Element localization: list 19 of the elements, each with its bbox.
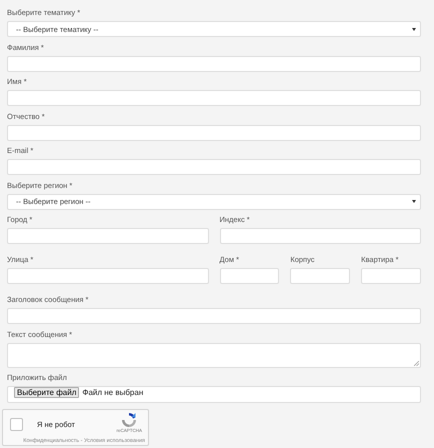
caret-icon [412, 200, 416, 203]
input-field[interactable] [290, 268, 350, 284]
choose-file-button[interactable]: Выберите файл [14, 387, 80, 398]
input-field[interactable] [7, 124, 421, 140]
caret-icon [412, 28, 416, 30]
input-field[interactable] [7, 308, 421, 324]
input-field[interactable] [7, 228, 208, 244]
checkbox[interactable] [10, 418, 23, 431]
input-field[interactable] [7, 159, 421, 175]
recaptcha-logo-icon [121, 412, 138, 428]
text-area[interactable] [7, 342, 421, 368]
resize-grip-icon[interactable] [414, 360, 419, 366]
input-field[interactable] [220, 228, 421, 244]
input-field[interactable] [7, 268, 208, 284]
file-status: Файл не выбран [82, 387, 144, 398]
input-field[interactable] [220, 268, 280, 284]
input-field[interactable] [7, 56, 421, 72]
input-field[interactable] [7, 90, 421, 106]
input-field[interactable] [361, 268, 421, 284]
